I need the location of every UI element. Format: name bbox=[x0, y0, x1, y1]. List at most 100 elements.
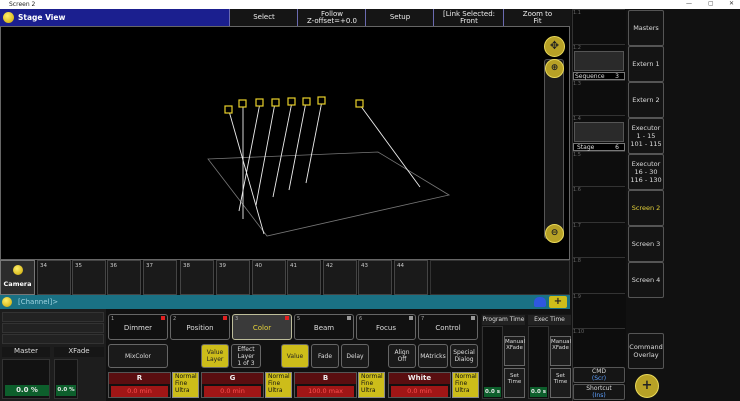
executor-16-30-button[interactable]: Executor 16 - 30 116 - 130 bbox=[628, 154, 664, 190]
feature-color-button[interactable]: 3 Color bbox=[232, 314, 292, 340]
view-button[interactable]: 38 bbox=[180, 260, 214, 295]
program-manual-xfade-button[interactable]: Manual XFade bbox=[504, 336, 525, 366]
window-title: Screen 2 bbox=[9, 1, 36, 8]
fixture-4[interactable] bbox=[271, 98, 280, 107]
feature-focus-button[interactable]: 6 Focus bbox=[356, 314, 416, 340]
masters-button[interactable]: Masters bbox=[628, 10, 664, 46]
executor-cell[interactable]: 1.4 Stage 6 bbox=[573, 115, 625, 152]
view-button[interactable]: 36 bbox=[107, 260, 141, 295]
view-button[interactable]: 37 bbox=[143, 260, 177, 295]
screen-2-button[interactable]: Screen 2 bbox=[628, 190, 664, 226]
encoder-r[interactable]: R 0.0 min bbox=[108, 372, 171, 398]
xfade-fader[interactable]: 0.0 % bbox=[54, 359, 78, 399]
encoder-resolution-button[interactable]: Normal Fine Ultra bbox=[358, 372, 385, 398]
mixcolor-button[interactable]: MixColor bbox=[108, 344, 168, 368]
feature-dimmer-button[interactable]: 1 Dimmer bbox=[108, 314, 168, 340]
screen-3-button[interactable]: Screen 3 bbox=[628, 226, 664, 262]
encoder-name: B bbox=[295, 373, 356, 384]
command-line[interactable]: [Channel]> + bbox=[0, 295, 570, 309]
zoom-in-icon[interactable]: ⊕ bbox=[545, 59, 564, 78]
fixture-3[interactable] bbox=[255, 98, 264, 107]
zoom-slider[interactable] bbox=[544, 59, 564, 239]
executor-cell[interactable]: 1.6 bbox=[573, 186, 625, 223]
executor-cell[interactable]: 1.8 bbox=[573, 257, 625, 294]
executor-cell[interactable]: 1.5 bbox=[573, 151, 625, 187]
encoder-resolution-button[interactable]: Normal Fine Ultra bbox=[265, 372, 292, 398]
encoder-white[interactable]: White 0.0 min bbox=[388, 372, 451, 398]
program-set-time-button[interactable]: Set Time bbox=[504, 368, 525, 398]
follow-button[interactable]: Follow Z-offset=+0.0 bbox=[297, 9, 366, 26]
command-add-icon[interactable]: + bbox=[549, 296, 567, 308]
feature-beam-button[interactable]: 5 Beam bbox=[294, 314, 354, 340]
matricks-button[interactable]: MAtricks bbox=[418, 344, 448, 368]
executor-cell[interactable]: 1.7 bbox=[573, 222, 625, 258]
master-fader[interactable]: 0.0 % bbox=[2, 359, 50, 399]
view-button[interactable]: 40 bbox=[252, 260, 286, 295]
link-selected-button[interactable]: [Link Selected: Front bbox=[433, 9, 504, 26]
extern-1-button[interactable]: Extern 1 bbox=[628, 46, 664, 82]
view-button[interactable]: 41 bbox=[287, 260, 321, 295]
heart-icon[interactable] bbox=[534, 297, 546, 307]
view-button[interactable]: 39 bbox=[216, 260, 250, 295]
view-camera-button[interactable]: Camera bbox=[0, 260, 35, 295]
executor-1-15-button[interactable]: Executor 1 - 15 101 - 115 bbox=[628, 118, 664, 154]
effect-layer-button[interactable]: Effect Layer 1 of 3 bbox=[231, 344, 261, 368]
setup-button[interactable]: Setup bbox=[365, 9, 434, 26]
fade-button[interactable]: Fade bbox=[311, 344, 339, 368]
executor-cell[interactable]: 1.10 bbox=[573, 328, 625, 365]
fixture-6[interactable] bbox=[302, 97, 311, 106]
minimize-icon[interactable]: — bbox=[686, 0, 692, 7]
sequence-preview bbox=[574, 51, 624, 71]
masters-bar bbox=[2, 323, 104, 333]
encoder-resolution-button[interactable]: Normal Fine Ultra bbox=[172, 372, 199, 398]
view-button[interactable]: 42 bbox=[323, 260, 357, 295]
maximize-icon[interactable]: ▢ bbox=[708, 0, 714, 7]
fixture-7[interactable] bbox=[317, 96, 326, 105]
executor-cell[interactable]: 1.1 bbox=[573, 9, 625, 45]
executor-cell[interactable]: 1.2 Sequence 3 bbox=[573, 44, 625, 81]
select-button[interactable]: Select bbox=[229, 9, 298, 26]
fixture-2[interactable] bbox=[238, 99, 247, 108]
encoder-name: G bbox=[202, 373, 263, 384]
fixture-1[interactable] bbox=[224, 105, 233, 114]
encoder-b[interactable]: B 100.0 max bbox=[294, 372, 357, 398]
view-button[interactable]: 44 bbox=[394, 260, 428, 295]
view-button[interactable]: 34 bbox=[37, 260, 71, 295]
encoder-mode: Normal Fine Ultra bbox=[455, 373, 477, 394]
delay-button[interactable]: Delay bbox=[341, 344, 369, 368]
exec-time-fader[interactable]: 0.0 s bbox=[528, 326, 549, 399]
executor-cell[interactable]: 1.3 bbox=[573, 80, 625, 116]
view-button[interactable]: 43 bbox=[358, 260, 392, 295]
executor-cell[interactable]: 1.9 bbox=[573, 293, 625, 329]
add-icon[interactable]: + bbox=[635, 374, 659, 398]
move-icon[interactable]: ✥ bbox=[544, 36, 565, 57]
feature-label: Focus bbox=[376, 324, 396, 332]
view-button[interactable]: 35 bbox=[72, 260, 106, 295]
close-icon[interactable]: ✕ bbox=[729, 0, 734, 7]
executor-num: 1.9 bbox=[573, 294, 581, 300]
value-layer-button[interactable]: Value Layer bbox=[201, 344, 229, 368]
encoder-resolution-button[interactable]: Normal Fine Ultra bbox=[452, 372, 479, 398]
exec-manual-xfade-button[interactable]: Manual XFade bbox=[550, 336, 571, 366]
encoder-g[interactable]: G 0.0 min bbox=[201, 372, 264, 398]
value-button[interactable]: Value bbox=[281, 344, 309, 368]
screen-4-button[interactable]: Screen 4 bbox=[628, 262, 664, 298]
command-overlay-button[interactable]: Command Overlay bbox=[628, 333, 664, 369]
zoom-to-fit-button[interactable]: Zoom to Fit bbox=[503, 9, 571, 26]
cmd-button[interactable]: CMD (Scr) bbox=[573, 367, 625, 383]
follow-sub: Z-offset=+0.0 bbox=[307, 16, 357, 25]
fixture-5[interactable] bbox=[287, 97, 296, 106]
exec-set-time-button[interactable]: Set Time bbox=[550, 368, 571, 398]
stage-viewport[interactable]: ✥ ⊕ ⊖ bbox=[0, 26, 570, 260]
feature-position-button[interactable]: 2 Position bbox=[170, 314, 230, 340]
view-num: 41 bbox=[290, 263, 297, 269]
align-off-button[interactable]: Align Off bbox=[388, 344, 416, 368]
extern-2-button[interactable]: Extern 2 bbox=[628, 82, 664, 118]
zoom-out-icon[interactable]: ⊖ bbox=[545, 224, 564, 243]
feature-label: Dimmer bbox=[123, 324, 153, 332]
special-dialog-button[interactable]: Special Dialog bbox=[450, 344, 478, 368]
feature-control-button[interactable]: 7 Control bbox=[418, 314, 478, 340]
fixture-8[interactable] bbox=[355, 99, 364, 108]
shortcut-button[interactable]: Shortcut (Ins) bbox=[573, 384, 625, 400]
program-time-fader[interactable]: 0.0 s bbox=[482, 326, 503, 399]
